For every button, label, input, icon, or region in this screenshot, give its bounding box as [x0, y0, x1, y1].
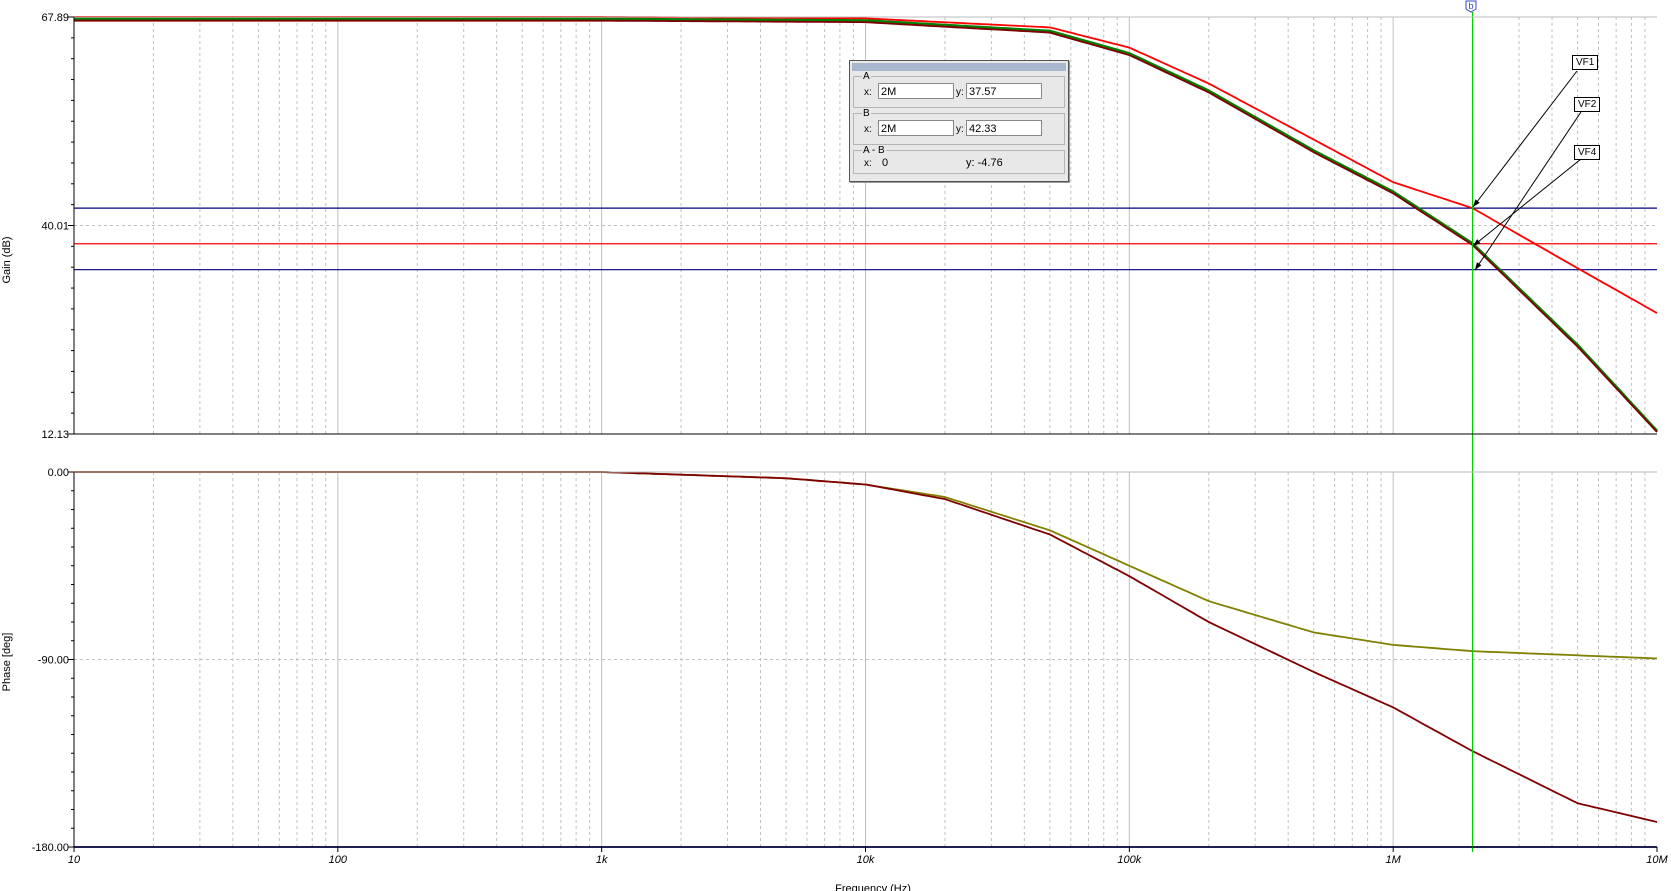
- cursor-b-x-field[interactable]: 2M: [878, 120, 954, 136]
- arrow-head: [1473, 199, 1480, 207]
- cursor-a-group: A x: 2M y: 37.57: [853, 71, 1065, 108]
- annotation-arrow: [1472, 70, 1578, 208]
- cursor-readout-panel[interactable]: A x: 2M y: 37.57 B x: 2M y: 42.33 A - B …: [849, 60, 1069, 182]
- y-tick-label: 40.01: [41, 221, 69, 233]
- y-tick-label: -180.00: [32, 842, 69, 854]
- x-tick-label: 10k: [857, 854, 875, 866]
- y-tick-label: 12.13: [41, 429, 69, 441]
- x-tick-label: 10: [68, 854, 81, 866]
- arrow-head: [1475, 262, 1482, 270]
- y-tick-label: -90.00: [38, 655, 69, 667]
- annotation-arrow: [1472, 158, 1582, 247]
- x-tick-label: 1M: [1386, 854, 1402, 866]
- cursor-diff-y-value: y: -4.76: [966, 157, 1003, 169]
- cursor-b-x-label: x:: [864, 124, 872, 135]
- gain-axis-label: Gain (dB): [1, 236, 13, 283]
- panel-titlebar[interactable]: [852, 63, 1066, 71]
- phase-axis-label: Phase [deg]: [1, 633, 13, 692]
- cursor-a-x-field[interactable]: 2M: [878, 83, 954, 99]
- cursor-b-marker[interactable]: b: [1465, 0, 1477, 13]
- cursor-b-y-label: y:: [956, 124, 964, 135]
- cursor-b-group: B x: 2M y: 42.33: [853, 108, 1065, 145]
- bode-plot: 67.89 40.01 12.13 0.00 -90.00 -180.0010 100 1k 1…: [1, 12, 1669, 891]
- x-tick-label: 100: [329, 854, 348, 866]
- vf1-label[interactable]: VF1: [1572, 55, 1599, 70]
- cursor-a-x-label: x:: [864, 87, 872, 98]
- x-tick-label: 1k: [596, 854, 608, 866]
- cursor-b-label: b: [1468, 1, 1473, 11]
- cursor-diff-x-label: x:: [864, 158, 872, 169]
- cursor-b-y-field[interactable]: 42.33: [966, 120, 1042, 136]
- x-tick-label: 100k: [1117, 854, 1141, 866]
- cursor-diff-group: A - B x: 0 y: -4.76: [853, 145, 1065, 174]
- cursor-b-group-label: B: [862, 108, 871, 119]
- y-tick-label: 0.00: [48, 467, 69, 479]
- cursor-a-label: A: [862, 71, 871, 82]
- vf2-label[interactable]: VF2: [1574, 97, 1601, 112]
- x-tick-label: 10M: [1646, 854, 1668, 866]
- cursor-diff-label: A - B: [862, 145, 886, 156]
- cursor-diff-x-value: 0: [882, 157, 889, 169]
- frequency-axis-label: Frequency (Hz): [835, 883, 911, 891]
- y-tick-label: 67.89: [41, 12, 69, 24]
- cursor-a-y-field[interactable]: 37.57: [966, 83, 1042, 99]
- cursor-a-y-label: y:: [956, 87, 964, 98]
- vf4-label[interactable]: VF4: [1574, 145, 1601, 160]
